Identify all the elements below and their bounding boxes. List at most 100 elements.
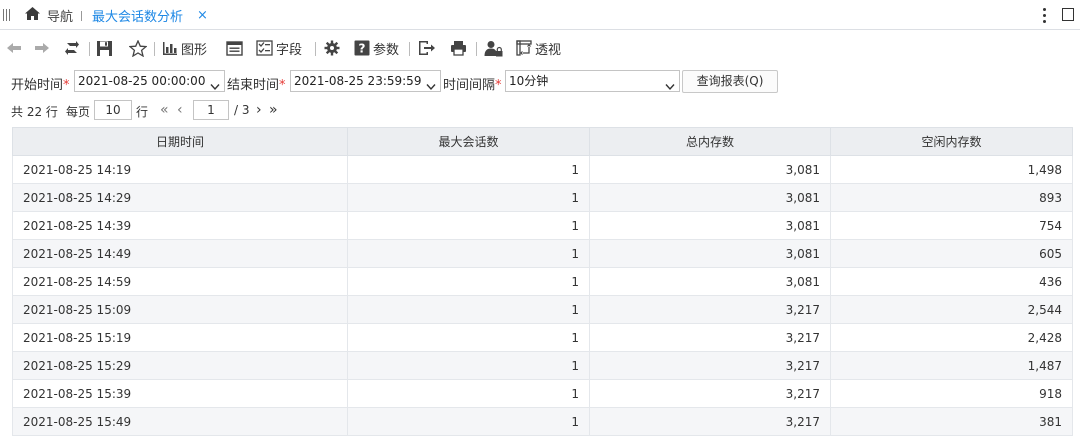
params-button-label: 参数 bbox=[373, 42, 400, 58]
maximize-icon[interactable] bbox=[1062, 8, 1074, 21]
per-page-label: 每页 bbox=[66, 105, 91, 119]
cell-free-memory: 1,487 bbox=[830, 351, 1073, 380]
params-button[interactable]: ? 参数 bbox=[354, 38, 399, 58]
pivot-button[interactable]: 透视 bbox=[516, 38, 561, 58]
bar-chart-icon bbox=[162, 41, 178, 56]
cell-total-memory: 3,081 bbox=[589, 183, 831, 212]
tab-home[interactable]: 导航 bbox=[24, 5, 73, 25]
cell-max-sessions: 1 bbox=[347, 323, 590, 352]
close-tab-icon[interactable]: × bbox=[197, 8, 208, 23]
last-page-icon[interactable]: » bbox=[269, 102, 278, 118]
pagination: 共 22 行 每页 10 行 « ‹ 1 / 3 › » bbox=[0, 99, 1080, 121]
chevron-down-icon bbox=[210, 77, 220, 91]
table-row: 2021-08-25 14:59 1 3,081 436 bbox=[12, 267, 1073, 296]
back-button[interactable] bbox=[6, 38, 22, 58]
page-number-input[interactable]: 1 bbox=[193, 100, 229, 120]
cell-total-memory: 3,081 bbox=[589, 239, 831, 268]
first-page-icon[interactable]: « bbox=[160, 102, 169, 118]
toolbar-divider bbox=[476, 42, 477, 56]
cell-free-memory: 605 bbox=[830, 239, 1073, 268]
table-row: 2021-08-25 14:19 1 3,081 1,498 bbox=[12, 155, 1073, 184]
cell-max-sessions: 1 bbox=[347, 295, 590, 324]
cell-datetime: 2021-08-25 15:09 bbox=[12, 295, 348, 324]
save-button[interactable] bbox=[96, 38, 113, 58]
svg-text:?: ? bbox=[359, 42, 366, 56]
home-icon bbox=[24, 6, 41, 24]
cell-total-memory: 3,217 bbox=[589, 295, 831, 324]
start-time-select[interactable]: 2021-08-25 00:00:00 bbox=[74, 70, 225, 92]
tab-max-session-analysis[interactable]: 最大会话数分析 × bbox=[92, 5, 208, 25]
settings-button[interactable] bbox=[324, 38, 340, 58]
tab-divider bbox=[81, 11, 82, 21]
toolbar-divider bbox=[315, 42, 316, 56]
table-row: 2021-08-25 15:19 1 3,217 2,428 bbox=[12, 323, 1073, 352]
cell-free-memory: 754 bbox=[830, 211, 1073, 240]
start-time-label: 开始时间* bbox=[11, 78, 70, 93]
column-header-datetime[interactable]: 日期时间 bbox=[12, 127, 348, 156]
cell-free-memory: 918 bbox=[830, 379, 1073, 408]
permission-button[interactable] bbox=[484, 38, 503, 58]
chevron-down-icon bbox=[665, 77, 675, 91]
cell-datetime: 2021-08-25 14:59 bbox=[12, 267, 348, 296]
cell-total-memory: 3,081 bbox=[589, 211, 831, 240]
export-button[interactable] bbox=[418, 38, 436, 58]
column-header-max-sessions[interactable]: 最大会话数 bbox=[347, 127, 590, 156]
table-row: 2021-08-25 15:39 1 3,217 918 bbox=[12, 379, 1073, 408]
table-row: 2021-08-25 15:09 1 3,217 2,544 bbox=[12, 295, 1073, 324]
cell-max-sessions: 1 bbox=[347, 351, 590, 380]
cell-total-memory: 3,081 bbox=[589, 155, 831, 184]
cell-total-memory: 3,217 bbox=[589, 379, 831, 408]
table-row: 2021-08-25 14:49 1 3,081 605 bbox=[12, 239, 1073, 268]
layout-icon bbox=[226, 40, 243, 56]
arrow-right-icon bbox=[34, 41, 50, 55]
total-pages-text: / 3 bbox=[234, 103, 250, 117]
required-mark: * bbox=[495, 78, 502, 93]
fields-icon bbox=[256, 40, 273, 56]
gear-icon bbox=[324, 40, 340, 56]
query-report-button[interactable]: 查询报表(Q) bbox=[682, 70, 778, 93]
table-row: 2021-08-25 14:29 1 3,081 893 bbox=[12, 183, 1073, 212]
prev-page-icon[interactable]: ‹ bbox=[177, 102, 183, 118]
column-header-total-memory[interactable]: 总内存数 bbox=[589, 127, 831, 156]
more-menu-icon[interactable] bbox=[1041, 8, 1047, 24]
interval-value: 10分钟 bbox=[509, 74, 549, 88]
menu-toggle-icon[interactable] bbox=[3, 9, 10, 21]
cell-free-memory: 2,428 bbox=[830, 323, 1073, 352]
tab-active-label: 最大会话数分析 bbox=[92, 9, 184, 25]
per-page-input[interactable]: 10 bbox=[94, 100, 132, 120]
help-box-icon: ? bbox=[354, 40, 370, 56]
print-button[interactable] bbox=[450, 38, 467, 58]
end-time-select[interactable]: 2021-08-25 23:59:59 bbox=[290, 70, 441, 92]
save-icon bbox=[96, 40, 113, 57]
column-header-free-memory[interactable]: 空闲内存数 bbox=[830, 127, 1073, 156]
cell-total-memory: 3,217 bbox=[589, 323, 831, 352]
forward-button[interactable] bbox=[34, 38, 50, 58]
cell-total-memory: 3,217 bbox=[589, 351, 831, 380]
cell-max-sessions: 1 bbox=[347, 155, 590, 184]
rows-unit-label: 行 bbox=[136, 105, 149, 119]
table-header-row: 日期时间 最大会话数 总内存数 空闲内存数 bbox=[12, 127, 1073, 156]
required-mark: * bbox=[279, 78, 286, 93]
chart-button-label: 图形 bbox=[181, 42, 208, 58]
tab-bar: 导航 最大会话数分析 × bbox=[0, 0, 1080, 30]
interval-label: 时间间隔* bbox=[443, 78, 502, 93]
chart-button[interactable]: 图形 bbox=[162, 38, 207, 58]
interval-select[interactable]: 10分钟 bbox=[505, 70, 680, 92]
table-row: 2021-08-25 15:49 1 3,217 381 bbox=[12, 407, 1073, 436]
toolbar-divider bbox=[89, 42, 90, 56]
cell-free-memory: 893 bbox=[830, 183, 1073, 212]
cell-datetime: 2021-08-25 15:19 bbox=[12, 323, 348, 352]
cell-datetime: 2021-08-25 14:49 bbox=[12, 239, 348, 268]
cell-max-sessions: 1 bbox=[347, 379, 590, 408]
layout-button[interactable] bbox=[226, 38, 243, 58]
table-row: 2021-08-25 15:29 1 3,217 1,487 bbox=[12, 351, 1073, 380]
refresh-button[interactable] bbox=[64, 38, 80, 58]
cell-max-sessions: 1 bbox=[347, 183, 590, 212]
next-page-icon[interactable]: › bbox=[256, 102, 262, 118]
table-row: 2021-08-25 14:39 1 3,081 754 bbox=[12, 211, 1073, 240]
fields-button[interactable]: 字段 bbox=[256, 38, 302, 58]
cell-datetime: 2021-08-25 15:39 bbox=[12, 379, 348, 408]
favorite-button[interactable] bbox=[129, 38, 147, 58]
cell-datetime: 2021-08-25 14:39 bbox=[12, 211, 348, 240]
printer-icon bbox=[450, 40, 467, 56]
